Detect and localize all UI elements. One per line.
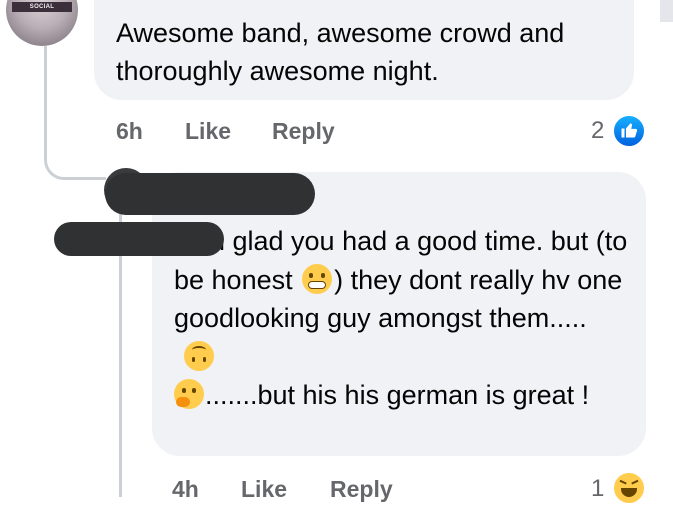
thread-connector (44, 46, 106, 180)
avatar-banner-text: SOCIAL (12, 2, 72, 12)
comment-bubble: Awesome band, awesome crowd and thorough… (94, 0, 634, 100)
redacted-author-name[interactable] (105, 173, 315, 215)
grimacing-face-icon (302, 263, 333, 294)
reply-button[interactable]: Reply (330, 474, 393, 504)
reply-text-part: .......but his his german is great ! (205, 380, 590, 410)
like-button[interactable]: Like (241, 474, 287, 504)
reply-button[interactable]: Reply (272, 116, 335, 146)
reply-text: , i m glad you had a good time. but (to … (174, 222, 634, 415)
comment-timestamp[interactable]: 6h (116, 116, 143, 146)
haha-icon[interactable] (612, 471, 646, 505)
thinking-face-icon (174, 379, 204, 409)
upside-down-face-icon (184, 340, 214, 371)
redacted-mention[interactable] (54, 222, 224, 256)
reaction-count[interactable]: 2 (591, 116, 604, 146)
like-button[interactable]: Like (185, 116, 231, 146)
comment-text: Awesome band, awesome crowd and thorough… (116, 18, 565, 86)
reply-timestamp[interactable]: 4h (172, 474, 199, 504)
like-icon[interactable] (612, 114, 646, 148)
scrollbar-edge (660, 0, 673, 22)
reaction-count[interactable]: 1 (591, 474, 604, 504)
avatar[interactable]: SOCIAL (6, 0, 78, 46)
reply-actions: 4h Like Reply 1 (0, 471, 673, 505)
